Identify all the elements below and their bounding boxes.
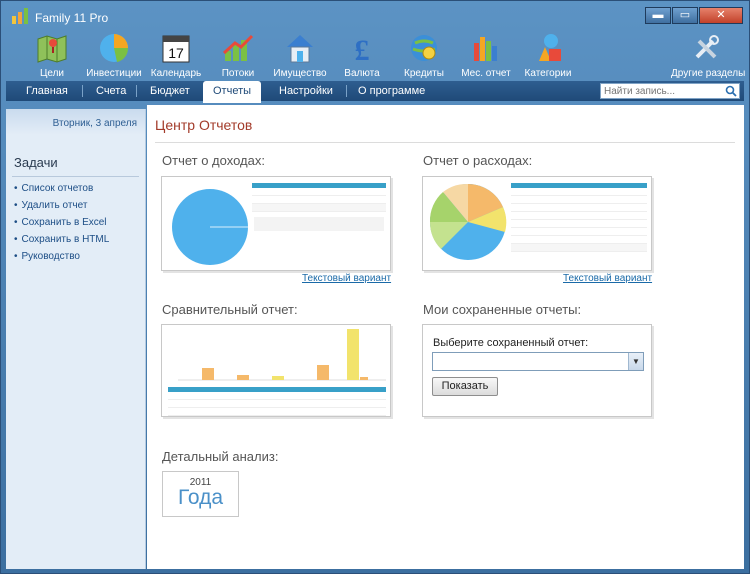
toolbar-label: Цели: [39, 68, 65, 79]
year-word: Года: [177, 486, 224, 509]
expense-report-title: Отчет о расходах:: [423, 153, 533, 168]
toolbar-property[interactable]: Имущество: [267, 31, 333, 79]
toolbar-label: Кредиты: [404, 68, 444, 79]
nav-divider: [346, 85, 347, 97]
tasks-heading: Задачи: [14, 155, 58, 170]
minimize-button[interactable]: ▬: [645, 7, 671, 24]
nav-divider: [82, 85, 83, 97]
search-icon[interactable]: [724, 85, 738, 97]
income-report-title: Отчет о доходах:: [162, 153, 265, 168]
comparison-report-title: Сравнительный отчет:: [162, 302, 298, 317]
globe-money-icon: [411, 35, 437, 61]
tab-settings[interactable]: Настройки: [269, 81, 343, 101]
income-note: [254, 217, 384, 231]
chevron-down-icon[interactable]: ▼: [628, 353, 643, 370]
toolbar-label: Валюта: [344, 68, 380, 79]
saved-report-select[interactable]: ▼: [432, 352, 644, 371]
toolbar-credits[interactable]: Кредиты: [391, 31, 457, 79]
show-button[interactable]: Показать: [432, 377, 498, 396]
tools-icon: [695, 35, 719, 59]
toolbar-other-sections[interactable]: Другие разделы: [671, 31, 746, 79]
toolbar-calendar[interactable]: 17 Календарь: [143, 31, 209, 79]
toolbar-goals[interactable]: Цели: [19, 31, 85, 79]
link-save-excel[interactable]: Сохранить в Excel: [14, 217, 145, 228]
expense-report-thumbnail[interactable]: [420, 176, 652, 273]
current-date: Вторник, 3 апреля: [6, 109, 145, 135]
app-window: Family 11 Pro ▬ ▭ ✕ Цели Инвестиции 17 К…: [0, 0, 750, 574]
saved-reports-title: Мои сохраненные отчеты:: [423, 302, 582, 317]
saved-report-label: Выберите сохраненный отчет:: [433, 337, 589, 349]
map-icon: [37, 35, 67, 63]
tab-reports[interactable]: Отчеты: [203, 81, 262, 103]
toolbar-label: Мес. отчет: [461, 68, 511, 79]
toolbar-monthly-report[interactable]: Мес. отчет: [453, 31, 519, 79]
app-logo-icon: [12, 8, 28, 24]
link-guide[interactable]: Руководство: [14, 251, 145, 262]
income-report-thumbnail[interactable]: [159, 176, 391, 273]
comparison-report-thumbnail[interactable]: [159, 324, 391, 419]
pie-chart-icon: [100, 34, 129, 62]
calendar-icon: 17: [162, 35, 190, 63]
tab-about[interactable]: О программе: [348, 81, 435, 101]
bar-chart-icon: [474, 37, 497, 61]
divider: [155, 142, 735, 143]
nav-divider: [136, 85, 137, 97]
comparison-bar-chart: [178, 329, 386, 381]
expense-table: [511, 183, 647, 252]
toolbar-label: Потоки: [221, 68, 255, 79]
toolbar-label: Календарь: [150, 68, 202, 79]
divider: [12, 176, 139, 177]
tab-budget[interactable]: Бюджет: [140, 81, 200, 101]
pound-icon: £: [355, 34, 370, 65]
growth-chart-icon: [222, 34, 254, 61]
toolbar-label: Другие разделы: [671, 68, 746, 79]
house-icon: [287, 35, 313, 63]
toolbar-flows[interactable]: Потоки: [205, 31, 271, 79]
toolbar-categories[interactable]: Категории: [515, 31, 581, 79]
close-button[interactable]: ✕: [699, 7, 743, 24]
tab-home[interactable]: Главная: [16, 81, 78, 101]
page-title: Центр Отчетов: [155, 117, 253, 133]
toolbar-label: Имущество: [273, 68, 327, 79]
link-save-html[interactable]: Сохранить в HTML: [14, 234, 145, 245]
report-center: Центр Отчетов Отчет о доходах: Текстовый…: [147, 105, 744, 569]
tab-accounts[interactable]: Счета: [86, 81, 136, 101]
toolbar-label: Категории: [524, 68, 572, 79]
calendar-day-text: 17: [168, 45, 184, 61]
income-text-link[interactable]: Текстовый вариант: [302, 273, 391, 284]
app-title: Family 11 Pro: [35, 11, 109, 25]
expense-text-link[interactable]: Текстовый вариант: [563, 273, 652, 284]
maximize-button[interactable]: ▭: [672, 7, 698, 24]
link-delete-report[interactable]: Удалить отчет: [14, 200, 145, 211]
toolbar-investments[interactable]: Инвестиции: [81, 31, 147, 79]
title-bar: Family 11 Pro ▬ ▭ ✕: [1, 1, 749, 31]
link-report-list[interactable]: Список отчетов: [14, 183, 145, 194]
window-controls: ▬ ▭ ✕: [645, 7, 743, 24]
search-box: [600, 83, 740, 99]
year-analysis-tile[interactable]: 2011 Года: [162, 471, 239, 517]
toolbar-currency[interactable]: £ Валюта: [329, 31, 395, 79]
income-table: [252, 183, 386, 212]
detailed-analysis-title: Детальный анализ:: [162, 449, 279, 464]
main-toolbar: Цели Инвестиции 17 Календарь Потоки Имущ…: [1, 31, 749, 81]
comparison-table: [168, 387, 386, 416]
shapes-icon: [539, 34, 561, 61]
svg-text:£: £: [355, 34, 370, 65]
search-input[interactable]: [601, 84, 721, 98]
sidebar: Вторник, 3 апреля Задачи Список отчетов …: [6, 109, 146, 569]
nav-bar: Главная Счета Бюджет Отчеты Настройки О …: [6, 81, 744, 103]
toolbar-label: Инвестиции: [86, 68, 142, 79]
